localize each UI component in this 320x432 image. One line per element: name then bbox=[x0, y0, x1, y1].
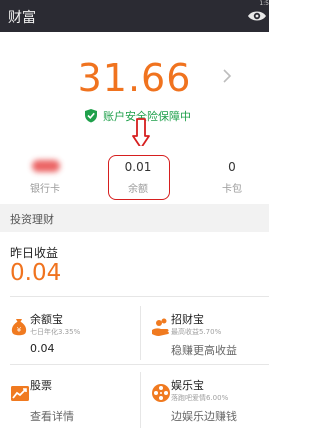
product-name: 余额宝 bbox=[30, 313, 63, 326]
product-name: 招财宝 bbox=[171, 313, 204, 326]
shield-check-icon bbox=[84, 108, 98, 127]
moneybag-icon: ¥ bbox=[10, 317, 30, 337]
stock-chart-icon bbox=[10, 383, 30, 403]
product-detail: 稳赚更高收益 bbox=[171, 344, 237, 357]
product-card-yulebao[interactable]: 娱乐宝 落跑吧爱情6.00% 边娱乐边赚钱 bbox=[141, 368, 275, 430]
product-card-yuebao[interactable]: ¥ 余额宝 七日年化3.35% 0.04 bbox=[0, 302, 134, 364]
eye-icon[interactable] bbox=[247, 8, 267, 27]
product-detail: 查看详情 bbox=[30, 410, 74, 423]
divider bbox=[140, 372, 141, 428]
product-detail: 边娱乐边赚钱 bbox=[171, 410, 237, 423]
annotation-highlight-box bbox=[108, 155, 170, 200]
yesterday-label: 昨日收益 bbox=[10, 246, 59, 260]
yesterday-earnings[interactable]: 昨日收益 0.04 bbox=[0, 232, 269, 296]
section-header: 投资理财 bbox=[0, 204, 269, 232]
product-card-stocks[interactable]: 股票 查看详情 bbox=[0, 368, 134, 430]
stat-value: 0 bbox=[228, 160, 236, 174]
stat-card-wallet[interactable]: 0 卡包 bbox=[187, 146, 277, 203]
stat-label: 银行卡 bbox=[30, 184, 60, 195]
stat-bank-card[interactable]: 银行卡 bbox=[0, 146, 90, 203]
section-title: 投资理财 bbox=[10, 213, 54, 226]
top-bar: 财富 1:5 bbox=[0, 0, 269, 32]
product-rate: 七日年化3.35% bbox=[30, 328, 81, 336]
product-card-zhaocaibao[interactable]: 招财宝 最高收益5.70% 稳赚更高收益 bbox=[141, 302, 275, 364]
masked-bank-value bbox=[32, 160, 60, 172]
film-reel-icon bbox=[151, 383, 171, 403]
divider bbox=[10, 296, 269, 297]
product-rate: 最高收益5.70% bbox=[171, 328, 222, 336]
divider bbox=[140, 306, 141, 360]
product-name: 股票 bbox=[30, 379, 52, 392]
stat-label: 卡包 bbox=[222, 184, 242, 195]
svg-text:¥: ¥ bbox=[17, 326, 22, 334]
divider bbox=[10, 364, 269, 365]
page-title: 财富 bbox=[8, 10, 36, 26]
status-text: 1:5 bbox=[259, 0, 269, 7]
product-name: 娱乐宝 bbox=[171, 379, 204, 392]
product-detail: 0.04 bbox=[30, 342, 55, 355]
coins-hand-icon bbox=[151, 317, 171, 337]
product-rate: 落跑吧爱情6.00% bbox=[171, 394, 229, 402]
yesterday-value: 0.04 bbox=[10, 260, 62, 286]
chevron-right-icon[interactable] bbox=[222, 68, 232, 88]
